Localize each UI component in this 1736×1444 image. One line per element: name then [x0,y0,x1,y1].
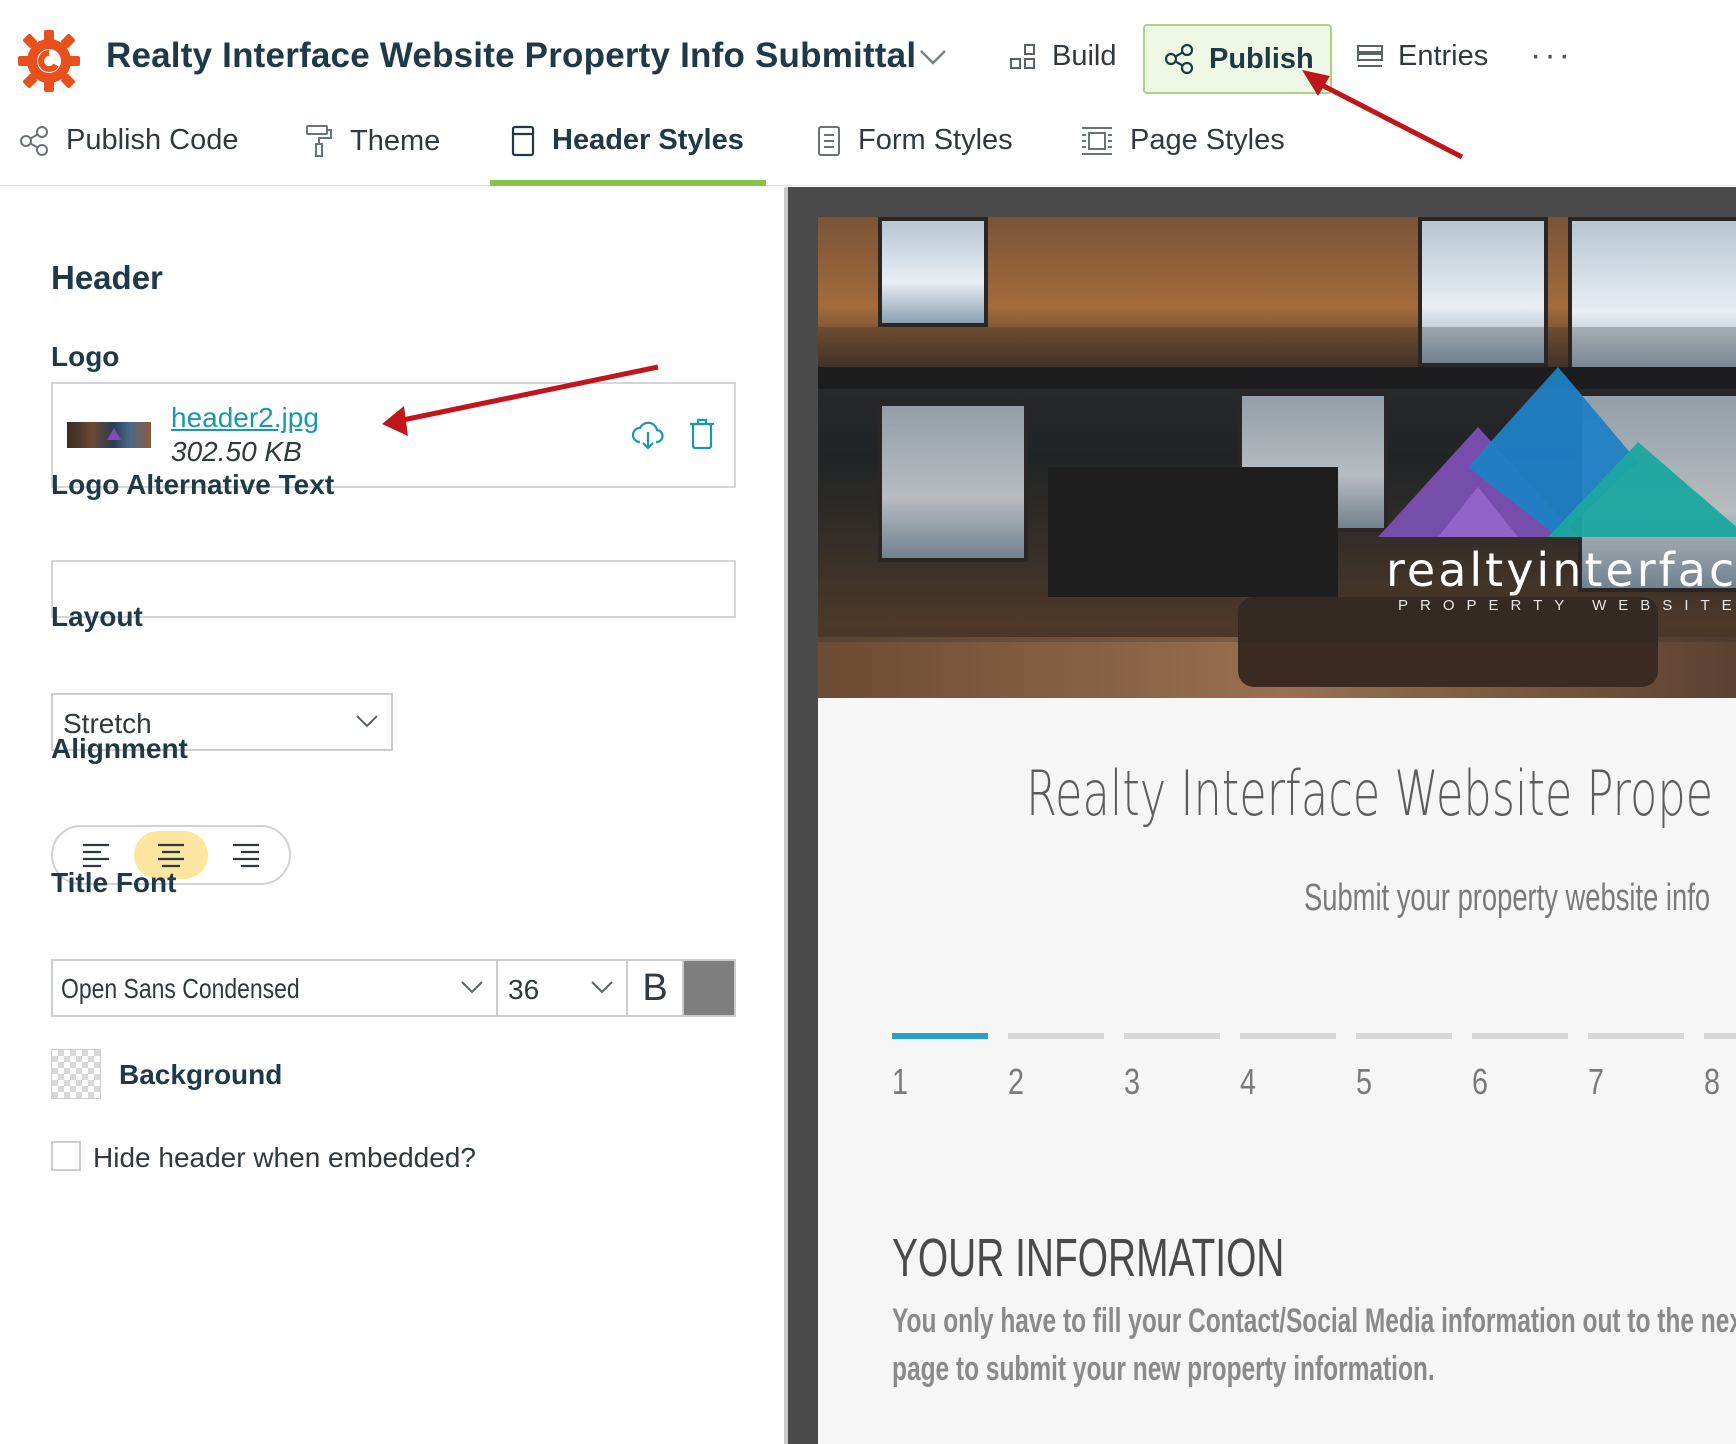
alignment-label: Alignment [51,733,188,764]
align-left-icon [83,843,109,868]
preview-form-subtitle: Submit your property website info [1304,877,1711,919]
brand-tagline: PROPERTY WEBSITE [1398,597,1736,614]
section-description: You only have to fill your Contact/Socia… [892,1302,1736,1388]
background-color-swatch[interactable] [51,1049,101,1099]
logo-label: Logo [51,341,120,372]
step-number[interactable]: 5 [1356,1061,1372,1103]
cloud-download-icon[interactable] [631,418,665,452]
step-bar [1588,1033,1684,1039]
title-font-controls: Open Sans Condensed 36 B [51,959,736,1017]
step-bar [892,1033,988,1039]
section-heading: YOUR INFORMATION [892,1228,1285,1288]
background-label: Background [119,1059,283,1090]
share-icon [20,125,48,156]
top-bar: Realty Interface Website Property Info S… [0,0,1736,102]
active-tab-indicator [490,180,766,186]
step-bar [1124,1033,1220,1039]
form-preview: realtyinterfac PROPERTY WEBSITE Realty I… [788,187,1736,1444]
entries-label: Entries [1398,40,1489,72]
tab-label: Header Styles [552,124,744,156]
share-icon [1164,43,1194,75]
font-family-value: Open Sans Condensed [61,973,300,1004]
logo-file-link[interactable]: header2.jpg [171,402,319,434]
brand-name: realtyinterfac [1386,543,1736,597]
chevron-down-icon [591,981,613,994]
align-right-icon [233,843,259,868]
step-number[interactable]: 4 [1240,1061,1256,1103]
hide-header-checkbox[interactable] [51,1141,81,1171]
font-family-select[interactable]: Open Sans Condensed [53,961,498,1015]
tab-label: Form Styles [858,124,1013,156]
font-size-select[interactable]: 36 [498,961,628,1015]
chevron-down-icon[interactable] [918,46,948,68]
font-size-value: 36 [508,974,540,1005]
align-center-icon [158,843,184,868]
realty-interface-logo-mark [1378,367,1736,537]
chevron-down-icon [461,981,483,994]
publish-tab[interactable]: Publish [1143,24,1332,94]
preview-page: realtyinterfac PROPERTY WEBSITE Realty I… [818,217,1736,1444]
paint-roller-icon [306,125,332,157]
font-color-swatch[interactable] [684,961,734,1015]
step-number[interactable]: 1 [892,1061,908,1103]
layout-label: Layout [51,601,143,632]
alt-text-label: Logo Alternative Text [51,469,335,500]
preview-form-title: Realty Interface Website Prope [1026,757,1714,830]
publish-label: Publish [1209,42,1314,75]
page-icon [511,125,535,156]
step-number[interactable]: 3 [1124,1061,1140,1103]
entries-tab[interactable]: Entries [1356,40,1488,73]
header-image: realtyinterfac PROPERTY WEBSITE [818,217,1736,698]
tab-label: Page Styles [1130,124,1285,156]
tab-header-styles[interactable]: Header Styles [510,124,744,157]
build-tab[interactable]: Build [1008,40,1117,73]
chevron-down-icon [356,715,378,728]
step-number[interactable]: 8 [1704,1061,1720,1103]
tab-label: Publish Code [66,124,239,156]
logo-file-size: 302.50 KB [171,436,302,467]
more-options-button[interactable]: ··· [1530,36,1573,75]
trash-icon[interactable] [687,417,717,451]
step-bar [1356,1033,1452,1039]
cognito-gear-logo-icon[interactable] [16,28,82,94]
logo-alt-text-input[interactable] [51,560,736,618]
bold-toggle-button[interactable]: B [628,961,684,1015]
section-title: Header [51,259,163,296]
build-blocks-icon [1010,43,1035,69]
logo-thumbnail [67,422,151,448]
document-lines-icon [818,125,840,156]
step-bar [1704,1033,1736,1039]
tab-publish-code[interactable]: Publish Code [18,124,239,157]
tab-form-styles[interactable]: Form Styles [816,124,1013,157]
title-font-label: Title Font [51,867,177,898]
progress-steps: 1 2 3 4 5 6 7 8 [892,1033,1736,1113]
build-label: Build [1052,40,1117,72]
step-number[interactable]: 2 [1008,1061,1024,1103]
tab-theme[interactable]: Theme [304,124,440,158]
tab-label: Theme [350,124,441,157]
tab-page-styles[interactable]: Page Styles [1080,124,1285,157]
page-layout-icon [1082,126,1112,155]
step-bar [1008,1033,1104,1039]
entries-list-icon [1357,44,1383,67]
step-number[interactable]: 7 [1588,1061,1604,1103]
step-number[interactable]: 6 [1472,1061,1488,1103]
header-image-window [878,217,988,327]
align-right-button[interactable] [209,831,283,879]
hide-header-label: Hide header when embedded? [93,1142,476,1173]
header-settings-panel: Header Logo header2.jpg 302.50 KB Logo A… [0,187,784,1444]
step-bar [1240,1033,1336,1039]
step-bar [1472,1033,1568,1039]
settings-subtabs: Publish Code Theme Header Styles Form St… [0,102,1736,186]
form-title[interactable]: Realty Interface Website Property Info S… [106,36,916,76]
